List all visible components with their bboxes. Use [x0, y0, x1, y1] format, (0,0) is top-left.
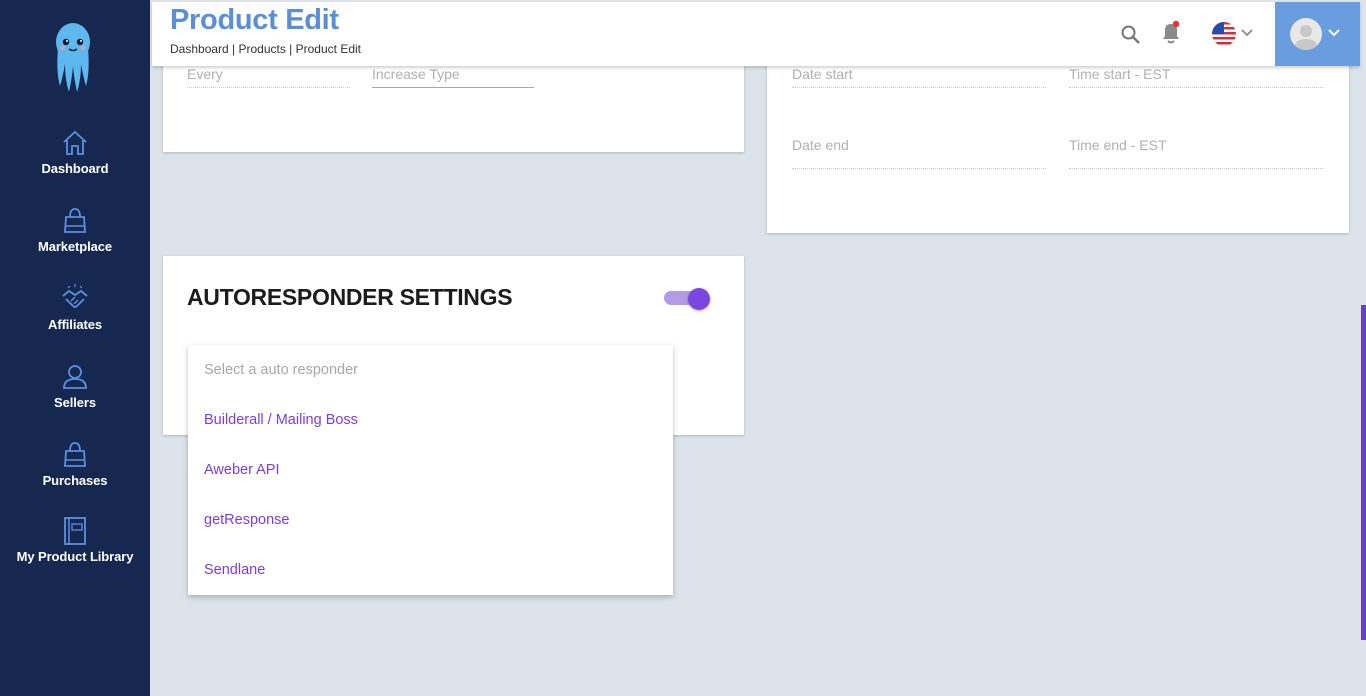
- sidebar: Dashboard Marketplace Affiliates Sellers: [0, 0, 150, 696]
- dropdown-option-getresponse[interactable]: getResponse: [204, 512, 289, 528]
- us-flag-icon[interactable]: [1210, 20, 1238, 48]
- date-start-field[interactable]: Date start: [792, 66, 1046, 88]
- octopus-logo[interactable]: [50, 22, 96, 94]
- page-title: Product Edit: [170, 4, 339, 36]
- time-end-field[interactable]: Time end - EST: [1069, 137, 1323, 169]
- dropdown-placeholder: Select a auto responder: [204, 362, 358, 378]
- sidebar-item-label: Marketplace: [37, 239, 113, 254]
- user-menu-button[interactable]: [1275, 2, 1360, 66]
- sidebar-item-label: Dashboard: [41, 161, 109, 176]
- book-icon: [64, 517, 86, 545]
- sidebar-item-sellers[interactable]: Sellers: [0, 362, 150, 410]
- user-icon: [63, 365, 87, 389]
- date-end-field[interactable]: Date end: [792, 137, 1046, 169]
- dropdown-option-sendlane[interactable]: Sendlane: [204, 562, 265, 578]
- time-start-field[interactable]: Time start - EST: [1069, 66, 1323, 88]
- autoresponder-toggle[interactable]: [664, 288, 710, 310]
- chevron-down-icon[interactable]: [1241, 28, 1253, 38]
- every-field[interactable]: Every: [187, 66, 350, 88]
- sidebar-item-label: Affiliates: [48, 317, 102, 332]
- autoresponder-dropdown: Select a auto responder Builderall / Mai…: [188, 345, 673, 595]
- breadcrumb: Dashboard | Products | Product Edit: [170, 42, 361, 56]
- sidebar-item-dashboard[interactable]: Dashboard: [0, 128, 150, 176]
- sidebar-item-purchases[interactable]: Purchases: [0, 440, 150, 488]
- toggle-knob: [688, 288, 710, 310]
- top-header: Product Edit Dashboard | Products | Prod…: [152, 2, 1360, 66]
- sidebar-item-affiliates[interactable]: Affiliates: [0, 284, 150, 332]
- shopping-bag-icon: [64, 208, 86, 233]
- shopping-bag-icon: [64, 442, 86, 467]
- avatar: [1290, 18, 1322, 50]
- sidebar-item-my-product-library[interactable]: My Product Library: [0, 516, 150, 564]
- sidebar-item-label: My Product Library: [16, 549, 134, 564]
- notification-bell-icon[interactable]: [1158, 20, 1184, 46]
- dropdown-option-aweber[interactable]: Aweber API: [204, 462, 280, 478]
- increase-type-select[interactable]: Increase Type: [372, 66, 534, 88]
- handshake-icon: [62, 284, 88, 308]
- sidebar-item-marketplace[interactable]: Marketplace: [0, 206, 150, 254]
- sidebar-item-label: Purchases: [42, 473, 108, 488]
- home-icon: [63, 130, 87, 155]
- search-icon[interactable]: [1120, 24, 1142, 46]
- dropdown-option-builderall[interactable]: Builderall / Mailing Boss: [204, 412, 358, 428]
- chevron-down-icon: [1328, 29, 1340, 37]
- scrollbar[interactable]: [1361, 305, 1366, 640]
- autoresponder-title: AUTORESPONDER SETTINGS: [187, 284, 513, 310]
- sidebar-item-label: Sellers: [54, 395, 96, 410]
